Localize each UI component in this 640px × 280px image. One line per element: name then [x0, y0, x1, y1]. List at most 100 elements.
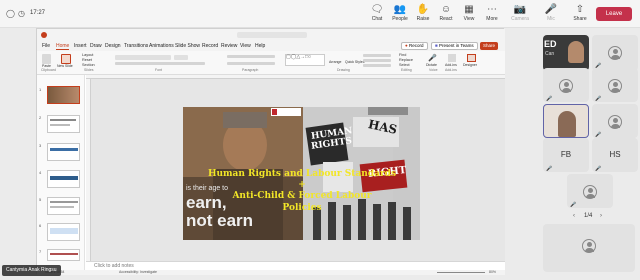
- camera-button[interactable]: 📷 Camera: [509, 3, 531, 23]
- view-icon: ▦: [464, 4, 474, 15]
- prev-page-icon[interactable]: ‹: [573, 213, 575, 219]
- mic-icon: 🎤: [544, 4, 558, 15]
- slide-title-line-1: Human Rights and Labour Standards: [207, 169, 397, 179]
- group-add-ins: Add-ins: [445, 68, 457, 72]
- menu-review[interactable]: Review: [221, 43, 237, 49]
- replace-button[interactable]: Replace: [399, 58, 413, 62]
- react-button[interactable]: ☺ React: [435, 3, 457, 23]
- group-clipboard: Clipboard: [41, 68, 56, 72]
- shape-fill-row[interactable]: [363, 54, 391, 57]
- slide-title-plus: +: [298, 180, 306, 190]
- ppt-menu-bar: File Home Insert Draw Design Transitions…: [37, 42, 505, 51]
- slide-title-line-3: Policies: [282, 203, 322, 213]
- notes-pane[interactable]: Click to add notes: [86, 261, 505, 270]
- accessibility-status[interactable]: Accessibility: Investigate: [119, 270, 157, 274]
- dictate-label: Dictate: [426, 63, 437, 67]
- bg-text-3: not earn: [186, 211, 254, 230]
- layout-button[interactable]: Layout: [82, 53, 93, 57]
- menu-view[interactable]: View: [240, 43, 251, 49]
- section-button[interactable]: Section: [82, 63, 95, 67]
- menu-home[interactable]: Home: [56, 43, 70, 50]
- self-view-tile[interactable]: [543, 224, 635, 272]
- teams-toolbar: ◯ ◷ 17:27 🗨 Chat 👥 People ✋ Raise ☺ React ▦ V…: [0, 0, 640, 28]
- leave-button[interactable]: Leave: [596, 7, 632, 21]
- reset-button[interactable]: Reset: [82, 58, 92, 62]
- participant-tile[interactable]: 🎤: [543, 68, 589, 102]
- shield-icon: ◯: [6, 9, 15, 18]
- next-page-icon[interactable]: ›: [600, 213, 602, 219]
- current-slide[interactable]: HUMAN RIGHTS HAS RIGHT is their age to e…: [183, 107, 420, 240]
- people-button[interactable]: 👥 People: [389, 3, 411, 23]
- menu-help[interactable]: Help: [255, 43, 265, 49]
- raise-button[interactable]: ✋ Raise: [412, 3, 434, 23]
- mic-button[interactable]: 🎤 Mic: [540, 3, 562, 23]
- menu-draw[interactable]: Draw: [90, 43, 102, 49]
- present-in-teams-button[interactable]: ■ Present in Teams: [431, 42, 478, 50]
- paragraph-row-2[interactable]: [227, 62, 275, 65]
- shape-effects-row[interactable]: [363, 64, 391, 67]
- menu-record[interactable]: Record: [202, 43, 218, 49]
- participant-video: [568, 41, 584, 63]
- font-format-row[interactable]: [115, 62, 205, 65]
- ppt-share-button[interactable]: Share: [480, 42, 499, 50]
- menu-insert[interactable]: Insert: [74, 43, 87, 49]
- view-button[interactable]: ▦ View: [458, 3, 480, 23]
- participant-tile-fb[interactable]: FB 🎤: [543, 138, 589, 172]
- menu-slide-show[interactable]: Slide Show: [175, 43, 200, 49]
- title-search-box[interactable]: [237, 32, 307, 38]
- slide-thumbnail-4[interactable]: [47, 170, 80, 188]
- participant-tile-hs[interactable]: HS 🎤: [592, 138, 638, 172]
- quick-styles-button[interactable]: Quick Styles: [345, 60, 364, 64]
- slide-thumbnail-2[interactable]: [47, 115, 80, 133]
- participant-tile[interactable]: 🎤: [592, 35, 638, 71]
- mic-muted-icon: 🎤: [546, 166, 553, 172]
- participant-tile[interactable]: 🎤: [592, 68, 638, 102]
- new-slide-icon[interactable]: [61, 54, 71, 64]
- add-ins-icon[interactable]: [448, 54, 456, 62]
- arrange-button[interactable]: Arrange: [329, 60, 341, 64]
- participant-tile[interactable]: 🎤: [592, 104, 638, 138]
- find-button[interactable]: Find: [399, 53, 406, 57]
- slide-number: 2: [39, 115, 42, 120]
- share-button[interactable]: ⇧ Share: [569, 3, 591, 23]
- slide-number: 1: [39, 87, 42, 92]
- participants-panel: ED Can 🎤 🎤 🎤 🎤 FB 🎤 HS 🎤 🎤 ‹ 1/4 ›: [538, 28, 640, 280]
- paste-icon[interactable]: [42, 54, 51, 64]
- record-button[interactable]: ● Record: [401, 42, 428, 50]
- participant-video: [558, 111, 576, 137]
- font-name-box[interactable]: [115, 55, 171, 60]
- designer-icon[interactable]: [467, 54, 476, 62]
- avatar-icon: [582, 239, 596, 253]
- group-voice: Voice: [429, 68, 438, 72]
- slide-number: 5: [39, 197, 42, 202]
- slide-number: 6: [39, 223, 42, 228]
- teams-icon: ■: [435, 43, 438, 48]
- chat-button[interactable]: 🗨 Chat: [366, 3, 388, 23]
- slide-thumbnail-6[interactable]: [47, 223, 80, 241]
- paragraph-row-1[interactable]: [227, 55, 275, 58]
- thumb-bar: [50, 119, 76, 121]
- zoom-level[interactable]: 80%: [489, 270, 496, 274]
- slide-thumbnail-7[interactable]: [47, 249, 80, 261]
- shapes-gallery[interactable]: ▢◯△→□○: [285, 54, 325, 66]
- thumb-bar: [50, 201, 78, 203]
- select-button[interactable]: Select: [399, 63, 410, 67]
- group-font: Font: [155, 68, 163, 72]
- participant-tile-video[interactable]: ED Can: [543, 35, 589, 71]
- participant-tile-video-active[interactable]: [543, 104, 589, 138]
- zoom-slider[interactable]: [437, 272, 485, 273]
- menu-animations[interactable]: Animations: [149, 43, 174, 49]
- slide-thumbnail-5[interactable]: [47, 197, 80, 215]
- group-paragraph: Paragraph: [242, 68, 259, 72]
- menu-transitions[interactable]: Transitions: [124, 43, 148, 49]
- participant-tile[interactable]: 🎤: [567, 174, 613, 208]
- menu-file[interactable]: File: [42, 43, 50, 49]
- slide-thumbnail-1[interactable]: [47, 86, 80, 104]
- menu-design[interactable]: Design: [105, 43, 121, 49]
- chat-icon: 🗨: [370, 4, 384, 15]
- slide-thumbnail-3[interactable]: [47, 143, 80, 161]
- shape-outline-row[interactable]: [363, 59, 391, 62]
- more-button[interactable]: ⋯ More: [481, 3, 503, 23]
- font-size-box[interactable]: [174, 55, 188, 60]
- dictate-icon[interactable]: 🎤: [428, 54, 437, 62]
